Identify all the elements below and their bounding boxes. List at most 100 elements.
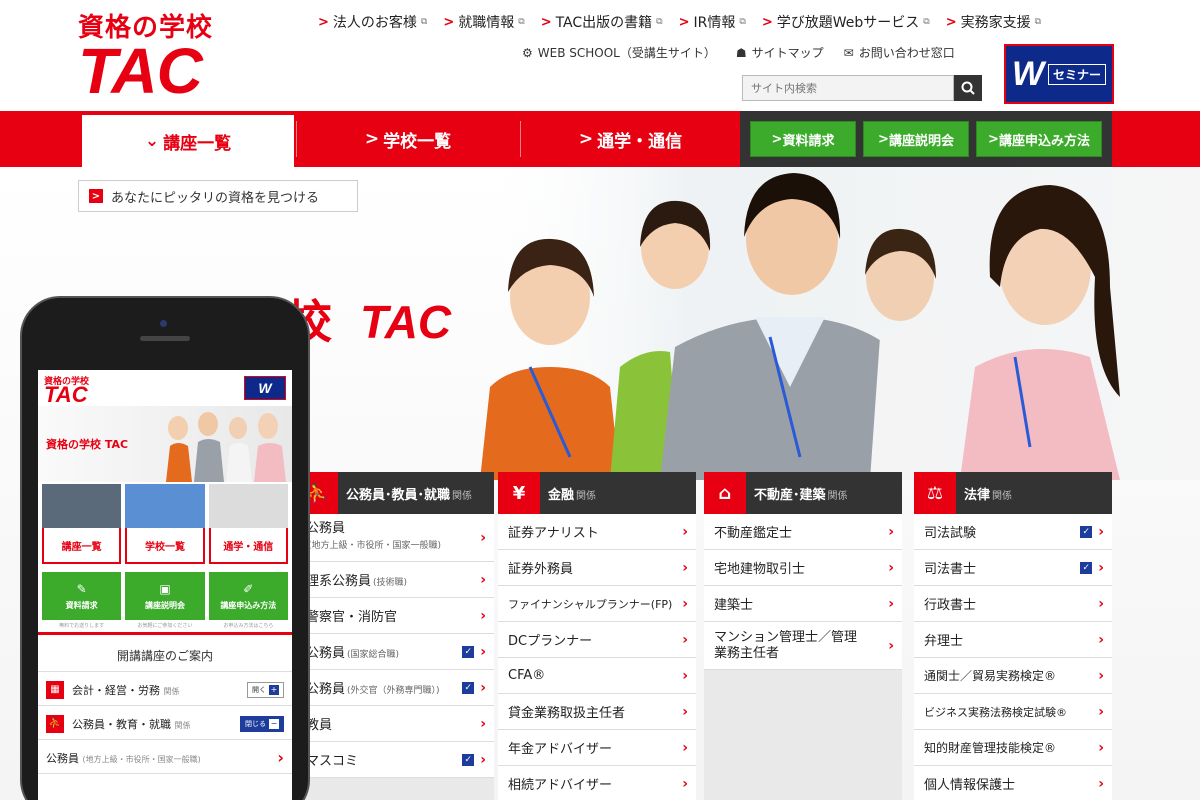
list-item[interactable]: 警察官・消防官 › — [296, 598, 494, 634]
list-item[interactable]: 理系公務員 (技術職) › — [296, 562, 494, 598]
chevron-right-icon: › — [480, 571, 486, 588]
site-search — [742, 75, 982, 101]
tab-course-list[interactable]: ⌄ 講座一覧 — [82, 115, 294, 167]
phone-tile-course-list[interactable]: 講座一覧 — [42, 484, 122, 566]
list-item[interactable]: 司法書士 ✓ › — [914, 550, 1112, 586]
top-link-books[interactable]: > TAC出版の書籍 ⧉ — [541, 12, 663, 32]
web-school-link[interactable]: ⚙ WEB SCHOOL（受講生サイト） — [522, 44, 716, 61]
chevron-right-icon: > — [364, 129, 380, 149]
list-item[interactable]: 公務員 (外交官（外務専門職）) ✓ › — [296, 670, 494, 706]
list-item[interactable]: 宅地建物取引士 › — [704, 550, 902, 586]
phone-category-public-service[interactable]: ⛹ 公務員・教育・就職 関係 閉じる − — [38, 708, 292, 740]
chevron-right-icon: › — [682, 667, 688, 684]
top-link-web-service[interactable]: > 学び放題Webサービス ⧉ — [762, 12, 930, 32]
top-link-ir[interactable]: > IR情報 ⧉ — [679, 12, 746, 32]
phone-section-heading: 開講講座のご案内 — [38, 640, 292, 672]
chevron-right-icon: › — [1098, 739, 1104, 756]
external-link-icon: ⧉ — [518, 17, 525, 27]
list-item[interactable]: CFA® › — [498, 658, 696, 694]
external-link-icon: ⧉ — [656, 17, 663, 27]
phone-button-captions: 無料でお送りします お気軽にご参加ください お申込み方法はこちら — [59, 623, 274, 629]
phone-w-seminar-banner[interactable]: W — [244, 376, 286, 400]
checkbox-icon: ✓ — [462, 645, 475, 658]
minus-icon: − — [269, 718, 279, 729]
tac-logo[interactable]: 資格の学校 TAC — [78, 14, 228, 107]
phone-sub-item[interactable]: 公務員 (地方上級・市役所・国家一般職) › — [38, 742, 292, 774]
smartphone-mockup: 資格の学校 TAC W 資格の学校 TAC 講座一覧 学校一覧 通学・通信 ✎ 資… — [22, 298, 308, 800]
top-link-practitioner[interactable]: > 実務家支援 ⧉ — [946, 12, 1041, 32]
phone-tile-school-list[interactable]: 学校一覧 — [125, 484, 205, 566]
list-item[interactable]: 証券アナリスト › — [498, 514, 696, 550]
phone-logo[interactable]: TAC — [44, 382, 88, 408]
external-link-icon: ⧉ — [739, 17, 746, 27]
list-item[interactable]: 証券外務員 › — [498, 550, 696, 586]
list-item[interactable]: ビジネス実務法務検定試験® › — [914, 694, 1112, 730]
chevron-right-icon: › — [1098, 559, 1104, 576]
list-item[interactable]: 個人情報保護士 › — [914, 766, 1112, 800]
yen-icon: ¥ — [498, 472, 540, 514]
card-header[interactable]: ⛹ 公務員･教員･就職 関係 — [296, 472, 494, 514]
card-header[interactable]: ¥ 金融 関係 — [498, 472, 696, 514]
tab-study-mode[interactable]: > 通学・通信 — [521, 111, 740, 167]
chevron-right-icon: > — [761, 14, 773, 30]
list-item[interactable]: 相続アドバイザー › — [498, 766, 696, 800]
list-item[interactable]: 公務員 (国家総合職) ✓ › — [296, 634, 494, 670]
list-item[interactable]: 貸金業務取扱主任者 › — [498, 694, 696, 730]
top-link-corporate[interactable]: > 法人のお客様 ⧉ — [318, 12, 427, 32]
sitemap-link[interactable]: ☗ サイトマップ — [736, 44, 824, 61]
collapse-toggle[interactable]: 閉じる − — [240, 715, 284, 732]
checkbox-icon: ✓ — [462, 681, 475, 694]
chevron-right-icon: › — [682, 523, 688, 540]
category-card-real-estate: ⌂ 不動産･建築 関係 不動産鑑定士 › 宅地建物取引士 › 建築士 › マンション管理… — [704, 472, 902, 800]
phone-how-to-apply-button[interactable]: ✐ 講座申込み方法 — [208, 572, 288, 620]
list-item[interactable]: 司法試験 ✓ › — [914, 514, 1112, 550]
phone-course-briefing-button[interactable]: ▣ 講座説明会 — [125, 572, 205, 620]
chevron-right-icon: › — [682, 631, 688, 648]
global-nav: ⌄ 講座一覧 > 学校一覧 > 通学・通信 > 資料請求 > 講座説明会 > 講座申込み方法 — [0, 111, 1200, 167]
chevron-right-icon: › — [277, 748, 284, 767]
tab-school-list[interactable]: > 学校一覧 — [297, 111, 519, 167]
how-to-apply-button[interactable]: > 講座申込み方法 — [976, 121, 1102, 157]
list-item[interactable]: 不動産鑑定士 › — [704, 514, 902, 550]
request-materials-button[interactable]: > 資料請求 — [750, 121, 856, 157]
phone-tile-study-mode[interactable]: 通学・通信 — [208, 484, 288, 566]
search-button[interactable] — [954, 75, 982, 101]
list-item[interactable]: 知的財産管理技能検定® › — [914, 730, 1112, 766]
list-item[interactable]: 建築士 › — [704, 586, 902, 622]
phone-category-accounting[interactable]: ▦ 会計・経営・労務 関係 開く + — [38, 674, 292, 706]
card-header[interactable]: ⌂ 不動産･建築 関係 — [704, 472, 902, 514]
list-item[interactable]: 年金アドバイザー › — [498, 730, 696, 766]
external-link-icon: ⧉ — [923, 17, 930, 27]
list-item[interactable]: マンション管理士／管理業務主任者 › — [704, 622, 902, 670]
top-link-jobs[interactable]: > 就職情報 ⧉ — [443, 12, 524, 32]
list-item[interactable]: 教員 › — [296, 706, 494, 742]
list-item[interactable]: ファイナンシャルプランナー(FP) › — [498, 586, 696, 622]
chevron-right-icon: > — [318, 14, 329, 30]
chevron-right-icon: › — [682, 559, 688, 576]
course-briefing-button[interactable]: > 講座説明会 — [863, 121, 969, 157]
search-icon — [961, 81, 975, 95]
list-item[interactable]: 通関士／貿易実務検定® › — [914, 658, 1112, 694]
contact-link[interactable]: ✉ お問い合わせ窓口 — [844, 44, 955, 61]
list-item[interactable]: マスコミ ✓ › — [296, 742, 494, 778]
document-icon: ✎ — [76, 581, 87, 596]
search-input[interactable] — [742, 75, 954, 101]
w-seminar-banner[interactable]: W セミナー — [1004, 44, 1114, 104]
expand-toggle[interactable]: 開く + — [247, 681, 284, 698]
card-header[interactable]: ⚖ 法律 関係 — [914, 472, 1112, 514]
category-card-law: ⚖ 法律 関係 司法試験 ✓ › 司法書士 ✓ › 行政書士 › 弁理士 › 通関士／貿易実務… — [914, 472, 1112, 800]
plus-icon: + — [269, 684, 279, 695]
checkbox-icon: ✓ — [1080, 525, 1093, 538]
list-item[interactable]: 行政書士 › — [914, 586, 1112, 622]
list-item[interactable]: 弁理士 › — [914, 622, 1112, 658]
phone-request-materials-button[interactable]: ✎ 資料請求 — [42, 572, 122, 620]
find-qualification-button[interactable]: > あなたにピッタリの資格を見つける — [78, 180, 358, 212]
utility-links: ⚙ WEB SCHOOL（受講生サイト） ☗ サイトマップ ✉ お問い合わせ窓口 — [522, 44, 955, 61]
list-item[interactable]: DCプランナー › — [498, 622, 696, 658]
chevron-right-icon: > — [945, 14, 957, 30]
scales-icon: ⚖ — [914, 472, 956, 514]
list-item[interactable]: 公務員 (地方上級・市役所・国家一般職) › — [296, 514, 494, 562]
logo-wordmark: TAC — [78, 35, 203, 107]
chevron-right-icon: › — [480, 529, 486, 546]
chevron-right-icon: › — [888, 595, 894, 612]
